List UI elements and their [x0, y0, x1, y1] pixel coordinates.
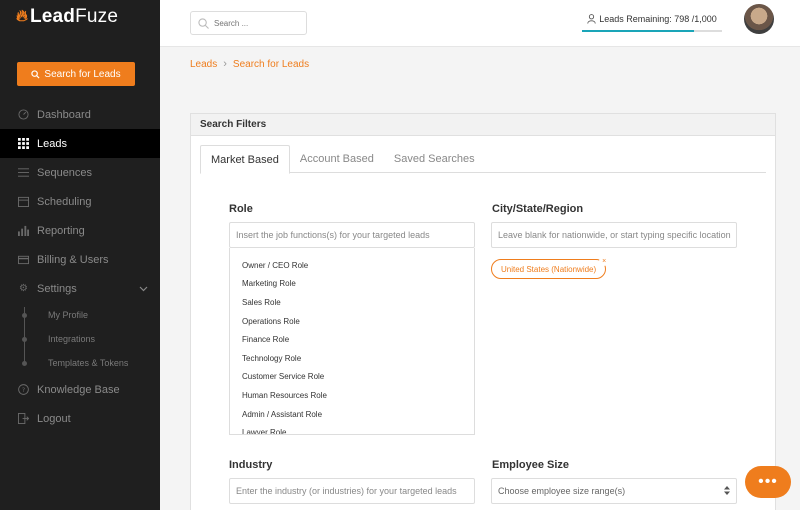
sidebar-item-label: Sequences: [37, 166, 93, 179]
calendar-icon: [18, 196, 29, 207]
top-header: Leads Remaining: 798 /1,000: [160, 0, 800, 47]
sidebar-item-reporting[interactable]: Reporting: [0, 216, 160, 245]
close-icon[interactable]: ×: [599, 256, 610, 266]
subnav-dot: [22, 360, 27, 366]
employee-size-value: Choose employee size range(s): [498, 486, 626, 496]
location-tag[interactable]: United States (Nationwide) ×: [491, 256, 610, 279]
search-icon: [198, 17, 209, 29]
sidebar-item-label: Scheduling: [37, 195, 92, 208]
sidebar-item-settings[interactable]: ⚙ Settings: [0, 274, 160, 303]
logo-text-lead: Lead: [29, 6, 76, 27]
role-option[interactable]: Lawyer Role: [230, 423, 474, 434]
sidebar-nav: Dashboard Leads Sequences Scheduling Rep…: [0, 100, 160, 433]
city-input[interactable]: Leave blank for nationwide, or start typ…: [491, 222, 737, 248]
role-option[interactable]: Marketing Role: [230, 275, 474, 294]
search-for-leads-button[interactable]: Search for Leads: [17, 62, 135, 86]
sidebar-item-label: Knowledge Base: [37, 383, 120, 396]
tab-account-based[interactable]: Account Based: [290, 145, 384, 173]
sidebar-item-label: Dashboard: [37, 108, 91, 121]
sidebar-subitem-label: My Profile: [48, 310, 89, 320]
logo-text-fuze: Fuze: [75, 6, 119, 27]
chat-button[interactable]: •••: [745, 466, 791, 498]
sidebar-item-dashboard[interactable]: Dashboard: [0, 100, 160, 129]
role-option[interactable]: Technology Role: [230, 349, 474, 368]
sidebar-item-label: Leads: [37, 137, 67, 150]
role-option[interactable]: Customer Service Role: [230, 368, 474, 387]
sidebar: 🔥︎ Lead Fuze Search for Leads Dashboard L…: [0, 0, 160, 510]
sidebar-subitem-label: Templates & Tokens: [48, 358, 129, 368]
sidebar-item-knowledge-base[interactable]: ? Knowledge Base: [0, 375, 160, 404]
card-icon: [18, 254, 29, 265]
leads-progress-fill: [582, 30, 694, 32]
grid-icon: [18, 138, 29, 149]
role-dropdown: Owner / CEO Role Marketing Role Sales Ro…: [229, 248, 475, 435]
role-option[interactable]: Owner / CEO Role: [230, 256, 474, 275]
sidebar-item-label: Logout: [37, 412, 71, 425]
chevron-right-icon: ›: [223, 58, 227, 70]
leads-remaining-text: Leads Remaining: 798 /1,000: [599, 14, 717, 24]
role-label: Role: [229, 203, 253, 215]
dashboard-icon: [18, 109, 29, 120]
svg-text:?: ?: [22, 386, 25, 394]
chevron-down-icon: [139, 284, 148, 294]
role-option[interactable]: Human Resources Role: [230, 386, 474, 405]
global-search[interactable]: [190, 11, 307, 35]
help-icon: ?: [18, 384, 29, 395]
sidebar-subitem-integrations[interactable]: Integrations: [0, 327, 160, 351]
employee-size-label: Employee Size: [492, 459, 570, 471]
sidebar-item-sequences[interactable]: Sequences: [0, 158, 160, 187]
panel-title: Search Filters: [191, 114, 775, 136]
global-search-input[interactable]: [214, 18, 294, 28]
sidebar-subitem-my-profile[interactable]: My Profile: [0, 303, 160, 327]
role-input[interactable]: Insert the job functions(s) for your tar…: [229, 222, 475, 248]
avatar[interactable]: [744, 4, 774, 34]
role-option[interactable]: Admin / Assistant Role: [230, 405, 474, 424]
tab-saved-searches[interactable]: Saved Searches: [384, 145, 485, 173]
settings-subnav: My Profile Integrations Templates & Toke…: [0, 303, 160, 375]
breadcrumb-current: Search for Leads: [232, 58, 310, 70]
employee-size-select[interactable]: Choose employee size range(s): [491, 478, 737, 504]
list-icon: [18, 167, 29, 178]
subnav-dot: [22, 312, 27, 318]
sidebar-item-label: Reporting: [37, 224, 85, 237]
logout-icon: [18, 413, 29, 424]
breadcrumb: Leads › Search for Leads: [190, 58, 309, 70]
sidebar-item-billing-users[interactable]: Billing & Users: [0, 245, 160, 274]
sidebar-subitem-templates-tokens[interactable]: Templates & Tokens: [0, 351, 160, 375]
tab-market-based[interactable]: Market Based: [200, 145, 290, 174]
sidebar-item-logout[interactable]: Logout: [0, 404, 160, 433]
user-icon: [587, 14, 596, 24]
sidebar-item-scheduling[interactable]: Scheduling: [0, 187, 160, 216]
filter-tabs: Market Based Account Based Saved Searche…: [200, 145, 766, 174]
sidebar-subitem-label: Integrations: [48, 334, 96, 344]
bar-chart-icon: [18, 225, 29, 236]
leadfuze-logo[interactable]: 🔥︎ Lead Fuze: [16, 6, 118, 28]
search-for-leads-label: Search for Leads: [44, 68, 121, 80]
leads-progress-bar: [582, 30, 722, 32]
search-icon: [31, 69, 40, 79]
sidebar-item-label: Billing & Users: [37, 253, 109, 266]
role-option[interactable]: Sales Role: [230, 293, 474, 312]
city-label: City/State/Region: [492, 203, 584, 215]
sidebar-item-label: Settings: [37, 282, 77, 295]
sidebar-item-leads[interactable]: Leads: [0, 129, 160, 158]
industry-input[interactable]: Enter the industry (or industries) for y…: [229, 478, 475, 504]
breadcrumb-leads[interactable]: Leads: [190, 59, 217, 70]
gear-icon: ⚙: [19, 283, 28, 294]
search-filters-panel: Search Filters Market Based Account Base…: [190, 113, 776, 510]
industry-label: Industry: [229, 459, 273, 471]
role-option[interactable]: Operations Role: [230, 312, 474, 331]
flame-icon: 🔥︎: [16, 8, 28, 25]
select-arrows-icon: [724, 485, 730, 497]
role-option[interactable]: Finance Role: [230, 330, 474, 349]
subnav-dot: [22, 336, 27, 342]
location-tag-label: United States (Nationwide): [501, 264, 597, 274]
